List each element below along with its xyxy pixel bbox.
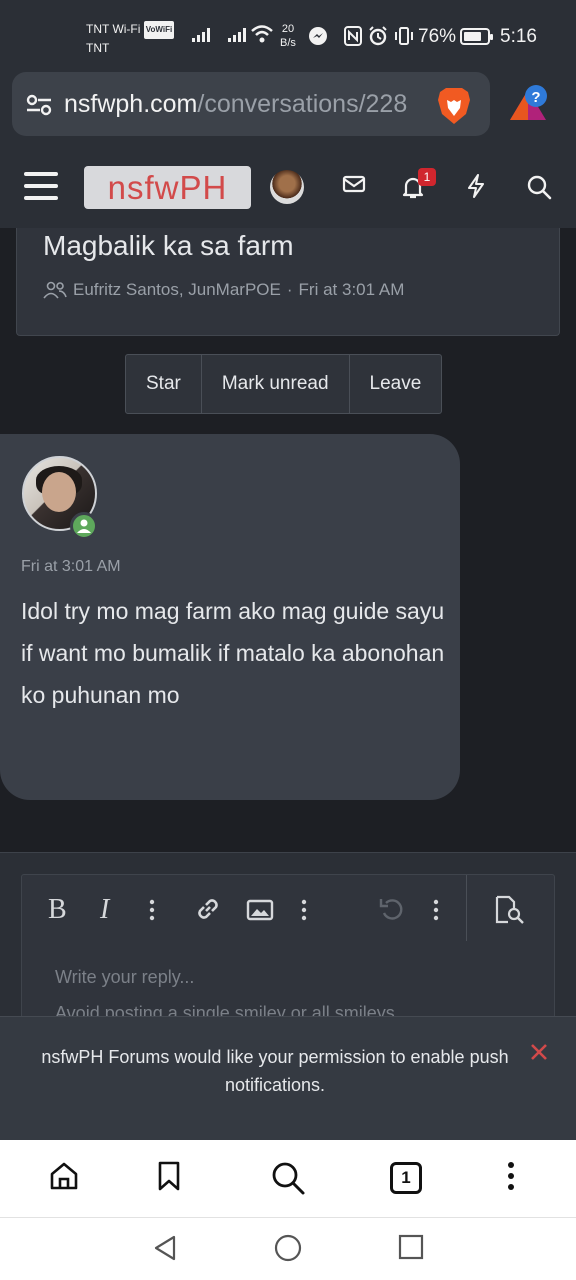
leave-button[interactable]: Leave	[350, 355, 442, 413]
alarm-icon	[369, 26, 387, 46]
conversation-participants[interactable]: Eufritz Santos, JunMarPOE	[73, 280, 281, 300]
menu-icon[interactable]	[24, 172, 58, 200]
tab-switcher-button[interactable]: 1	[390, 1162, 422, 1194]
svg-text:I: I	[99, 895, 111, 921]
volte-badge: VoWiFi	[143, 21, 175, 39]
net-speed: 20 B/s	[280, 22, 296, 50]
message-bubble: Fri at 3:01 AM Idol try mo mag farm ako …	[0, 434, 460, 800]
nfc-icon	[344, 26, 362, 46]
undo-icon[interactable]	[378, 895, 406, 923]
conversation-header: Magbalik ka sa farm Eufritz Santos, JunM…	[16, 228, 560, 336]
conversation-actions: Star Mark unread Leave	[125, 354, 443, 414]
recents-icon[interactable]	[398, 1234, 424, 1260]
carrier-wifi-label: TNT Wi-Fi	[86, 22, 141, 36]
carrier-label: TNT	[86, 41, 110, 55]
conversation-title: Magbalik ka sa farm	[43, 230, 294, 261]
back-icon[interactable]	[152, 1234, 178, 1262]
conversation-date: Fri at 3:01 AM	[298, 280, 405, 299]
image-icon[interactable]	[246, 899, 274, 921]
reply-input[interactable]: Write your reply...	[55, 967, 194, 988]
mark-unread-button[interactable]: Mark unread	[202, 355, 350, 413]
users-icon	[43, 281, 67, 299]
battery-level-fill	[464, 32, 481, 41]
message-text: Idol try mo mag farm ako mag guide sayu …	[21, 598, 445, 708]
svg-text:?: ?	[531, 89, 540, 106]
wifi-icon	[251, 25, 273, 43]
battery-percent: 76%	[418, 26, 457, 47]
more-menu-icon[interactable]	[506, 1160, 516, 1192]
reply-area: B I Write your reply... Avoid posting a …	[0, 852, 576, 1034]
online-status-icon	[70, 512, 98, 540]
user-avatar[interactable]	[270, 170, 304, 204]
net-speed-unit: B/s	[280, 37, 296, 49]
push-notification-notice[interactable]: nsfwPH Forums would like your permission…	[0, 1016, 576, 1140]
search-icon[interactable]	[526, 174, 552, 200]
editor-toolbar: B I	[22, 875, 554, 943]
svg-text:B: B	[48, 895, 67, 921]
site-logo[interactable]: nsfwPH	[84, 166, 251, 209]
status-bar: TNT Wi-Fi VoWiFi TNT 20 B/s 76% 5:16	[0, 0, 576, 66]
vibrate-icon	[395, 27, 413, 45]
home-circle-icon[interactable]	[274, 1234, 302, 1262]
forum-header: nsfwPH	[0, 146, 576, 228]
url-text[interactable]: nsfwph.com/conversations/228	[64, 90, 434, 119]
carrier-info: TNT Wi-Fi VoWiFi TNT	[86, 20, 175, 57]
bold-icon[interactable]: B	[46, 895, 70, 921]
site-settings-icon[interactable]	[26, 94, 52, 116]
messenger-icon	[309, 27, 327, 45]
push-notice-text[interactable]: nsfwPH Forums would like your permission…	[30, 1043, 520, 1099]
search-icon[interactable]	[270, 1160, 306, 1196]
more-insert-options-icon[interactable]	[300, 899, 308, 921]
more-options-icon[interactable]	[432, 899, 440, 921]
italic-icon[interactable]: I	[98, 895, 118, 921]
browser-toolbar: nsfwph.com/conversations/228 ?	[0, 66, 576, 146]
home-icon[interactable]	[48, 1160, 80, 1192]
bolt-icon[interactable]	[466, 174, 486, 198]
bookmark-icon[interactable]	[156, 1160, 184, 1192]
signal-icon-2	[228, 28, 246, 42]
brave-shields-icon[interactable]	[436, 86, 472, 126]
net-speed-value: 20	[281, 23, 295, 35]
signal-icon	[192, 28, 210, 42]
clock: 5:16	[500, 26, 537, 47]
conversation-meta: Eufritz Santos, JunMarPOE · Fri at 3:01 …	[43, 280, 404, 300]
url-path: /conversations/228	[197, 90, 408, 118]
close-icon[interactable]	[530, 1043, 548, 1061]
preview-icon[interactable]	[494, 895, 526, 925]
more-text-options-icon[interactable]	[148, 899, 156, 921]
link-icon[interactable]	[194, 895, 222, 923]
star-button[interactable]: Star	[126, 355, 202, 413]
meta-separator: ·	[286, 280, 293, 299]
reply-editor: B I Write your reply... Avoid posting a …	[21, 874, 555, 1034]
browser-bottom-bar: 1	[0, 1140, 576, 1218]
system-navigation-bar	[0, 1218, 576, 1280]
toolbar-divider	[466, 875, 467, 941]
battery-icon	[460, 28, 493, 45]
message-time[interactable]: Fri at 3:01 AM	[21, 558, 121, 576]
rewards-triangle-icon[interactable]: ?	[506, 84, 552, 124]
address-bar[interactable]: nsfwph.com/conversations/228	[12, 72, 490, 136]
url-host: nsfwph.com	[64, 90, 198, 118]
inbox-icon[interactable]	[342, 174, 366, 194]
alert-count-badge: 1	[418, 168, 436, 186]
